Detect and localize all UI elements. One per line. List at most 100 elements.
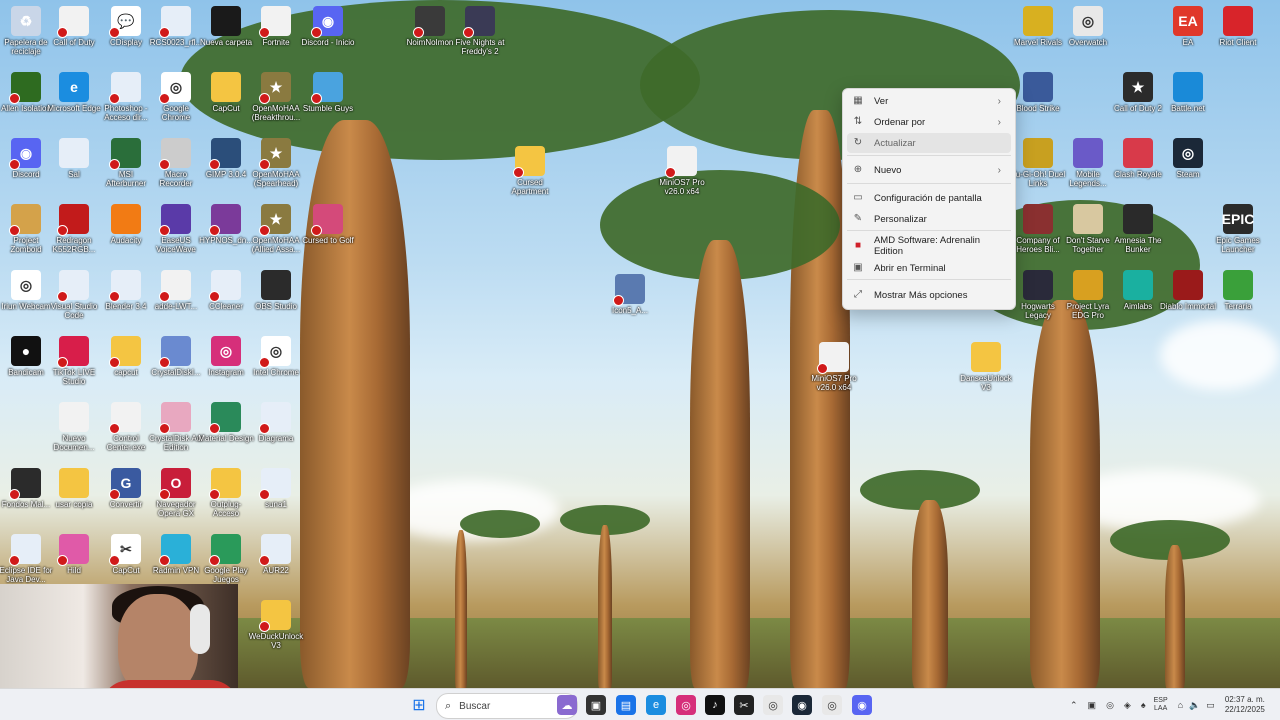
desktop-icon[interactable]: WeDuckUnlock V3	[248, 598, 304, 660]
desktop-icon[interactable]: Five Nights at Freddy's 2	[452, 4, 508, 66]
desktop-icon[interactable]: Aimlabs	[1110, 268, 1166, 330]
taskbar-capcut[interactable]: ✂	[734, 695, 754, 715]
taskbar-file-explorer[interactable]: ▤	[616, 695, 636, 715]
desktop-icon[interactable]: ◉ Discord - Inicio	[300, 4, 356, 66]
desktop-icon[interactable]: ★ Call of Duty 2	[1110, 70, 1166, 132]
desktop-icon[interactable]: G Convertir	[98, 466, 154, 528]
desktop-icon[interactable]: Redragon K552RGB...	[46, 202, 102, 264]
desktop-icon[interactable]: Stumble Guys	[300, 70, 356, 132]
desktop-icon[interactable]: RCS0023_rfl...	[148, 4, 204, 66]
desktop-icon[interactable]: MiniOS7 Pro v26.0 x64	[806, 340, 862, 402]
desktop-icon[interactable]: MiniOS7 Pro v26.0 x64	[654, 144, 710, 206]
desktop-icon[interactable]: Company of Heroes Bli...	[1010, 202, 1066, 264]
tray-app-icon[interactable]: ◎	[1106, 700, 1114, 711]
desktop-icon[interactable]: ◎ Instagram	[198, 334, 254, 396]
desktop-icon[interactable]: HYPNOS_dn...	[198, 202, 254, 264]
desktop-icon[interactable]: Project Lyra EDG Pro	[1060, 268, 1116, 330]
desktop-icon[interactable]: Sal	[46, 136, 102, 198]
desktop-icon[interactable]: capcut	[98, 334, 154, 396]
desktop-icon[interactable]: GIMP 3.0.4	[198, 136, 254, 198]
desktop-icon[interactable]: Yu-Gi-Oh! Duel Links	[1010, 136, 1066, 198]
desktop-icon[interactable]: ◎ Intel Chrome	[248, 334, 304, 396]
menu-item-amd-software-adrenalin-edition[interactable]: ■ AMD Software: Adrenalin Edition	[847, 235, 1011, 257]
desktop-icon[interactable]: TikTok LIVE Studio	[46, 334, 102, 396]
desktop-icon[interactable]: ◎ Overwatch	[1060, 4, 1116, 66]
desktop-icon[interactable]: Mobile Legends...	[1060, 136, 1116, 198]
desktop-icon[interactable]: Marvel Rivals	[1010, 4, 1066, 66]
desktop-icon[interactable]: EPIC Epic Games Launcher	[1210, 202, 1266, 264]
desktop-icon[interactable]: Cursed to Golf	[300, 202, 356, 264]
taskbar-steam[interactable]: ◉	[792, 695, 812, 715]
desktop-icon[interactable]: ★ OpenMoHAA (Spearhead)	[248, 136, 304, 198]
desktop-icon[interactable]: Control Center.exe	[98, 400, 154, 462]
menu-item-nuevo[interactable]: ⊕ Nuevo ›	[847, 160, 1011, 180]
desktop-icon[interactable]: Audacity	[98, 202, 154, 264]
desktop-icon[interactable]: O Navegador Opera GX	[148, 466, 204, 528]
desktop-icon[interactable]: CapCut	[198, 70, 254, 132]
taskbar-chrome[interactable]: ◎	[763, 695, 783, 715]
desktop-icon[interactable]: Photoshop - Acceso dir...	[98, 70, 154, 132]
desktop-icon[interactable]: Call of Duty	[46, 4, 102, 66]
desktop-icon[interactable]: Nueva carpeta	[198, 4, 254, 66]
desktop-icon[interactable]: Blender 3.4	[98, 268, 154, 330]
desktop-icon[interactable]: Amnesia The Bunker	[1110, 202, 1166, 264]
taskbar-tiktok[interactable]: ♪	[705, 695, 725, 715]
desktop-icon[interactable]: Clash Royale	[1110, 136, 1166, 198]
desktop-icon[interactable]: Blood Strike	[1010, 70, 1066, 132]
desktop-icon[interactable]: AUR22	[248, 532, 304, 594]
desktop-icon[interactable]: CCleaner	[198, 268, 254, 330]
desktop-icon[interactable]: NoimNoImon	[402, 4, 458, 66]
desktop-icon[interactable]: EA EA	[1160, 4, 1216, 66]
taskbar-chrome-2[interactable]: ◎	[822, 695, 842, 715]
menu-item-ordenar-por[interactable]: ⇅ Ordenar por ›	[847, 112, 1011, 132]
desktop-icon[interactable]: Macro Recorder	[148, 136, 204, 198]
desktop-icon[interactable]: ★ OpenMoHAA (Allied Assa...	[248, 202, 304, 264]
desktop-icon[interactable]: ◎ Google Chrome	[148, 70, 204, 132]
desktop-icon[interactable]: adde-LWT...	[148, 268, 204, 330]
desktop-icon[interactable]: Nuevo Documen...	[46, 400, 102, 462]
network-icon[interactable]: ⌂	[1178, 700, 1183, 710]
desktop-icon[interactable]: 💬 CDisplay	[98, 4, 154, 66]
clock[interactable]: 02:37 a. m. 22/12/2025	[1225, 695, 1265, 715]
desktop-icon[interactable]: MSI Afterburner	[98, 136, 154, 198]
menu-item-abrir-en-terminal[interactable]: ▣ Abrir en Terminal	[847, 258, 1011, 278]
menu-item-mostrar-más-opciones[interactable]: ⤢ Mostrar Más opciones	[847, 285, 1011, 305]
desktop-icon[interactable]: Icon5_A...	[602, 272, 658, 334]
desktop-icon[interactable]: Riot Client	[1210, 4, 1266, 66]
desktop-icon[interactable]: Diablo Immortal	[1160, 268, 1216, 330]
taskbar-edge[interactable]: e	[646, 695, 666, 715]
menu-item-personalizar[interactable]: ✎ Personalizar	[847, 209, 1011, 229]
desktop-icon[interactable]: OBS Studio	[248, 268, 304, 330]
start-button[interactable]: ⊞	[409, 695, 429, 715]
desktop-icon[interactable]: Diagrama	[248, 400, 304, 462]
taskbar-widgets[interactable]: ☁	[557, 695, 577, 715]
menu-item-ver[interactable]: ▦ Ver ›	[847, 91, 1011, 111]
desktop-icon[interactable]: ★ OpenMoHAA (Breakthrou...	[248, 70, 304, 132]
desktop-icon[interactable]: e Microsoft Edge	[46, 70, 102, 132]
desktop-icon[interactable]: EaseUS VoiceWave	[148, 202, 204, 264]
desktop-icon[interactable]: Terraria	[1210, 268, 1266, 330]
volume-icon[interactable]: 🔈	[1189, 700, 1200, 711]
desktop-icon[interactable]: suna1	[248, 466, 304, 528]
desktop-icon[interactable]: CrystalDiskI...	[148, 334, 204, 396]
desktop-icon[interactable]: usar copia	[46, 466, 102, 528]
desktop-icon[interactable]: ◎ Steam	[1160, 136, 1216, 198]
desktop-icon[interactable]: Don't Starve Together	[1060, 202, 1116, 264]
tray-app-icon[interactable]: ◈	[1124, 700, 1131, 711]
desktop-icon[interactable]: Battle.net	[1160, 70, 1216, 132]
menu-item-actualizar[interactable]: ↻ Actualizar	[847, 133, 1011, 153]
desktop-icon[interactable]: DansesUnlock V3	[958, 340, 1014, 402]
desktop-icon[interactable]: Hogwarts Legacy	[1010, 268, 1066, 330]
desktop-icon[interactable]: CrystalDisk Aoi Edition	[148, 400, 204, 462]
taskbar-terminal[interactable]: ▣	[586, 695, 606, 715]
desktop-icon[interactable]: Cursed Apartment	[502, 144, 558, 206]
chevron-up-icon[interactable]: ⌃	[1070, 700, 1078, 711]
battery-icon[interactable]: ▭	[1206, 700, 1215, 711]
taskbar-instagram[interactable]: ◎	[676, 695, 696, 715]
desktop-icon[interactable]: Fortnite	[248, 4, 304, 66]
taskbar-discord[interactable]: ◉	[852, 695, 872, 715]
desktop-icon[interactable]: Outplug-Acceso	[198, 466, 254, 528]
menu-item-configuración-de-pantalla[interactable]: ▭ Configuración de pantalla	[847, 188, 1011, 208]
desktop-icon[interactable]: Material Design	[198, 400, 254, 462]
tray-app-icon[interactable]: ▣	[1088, 700, 1097, 711]
